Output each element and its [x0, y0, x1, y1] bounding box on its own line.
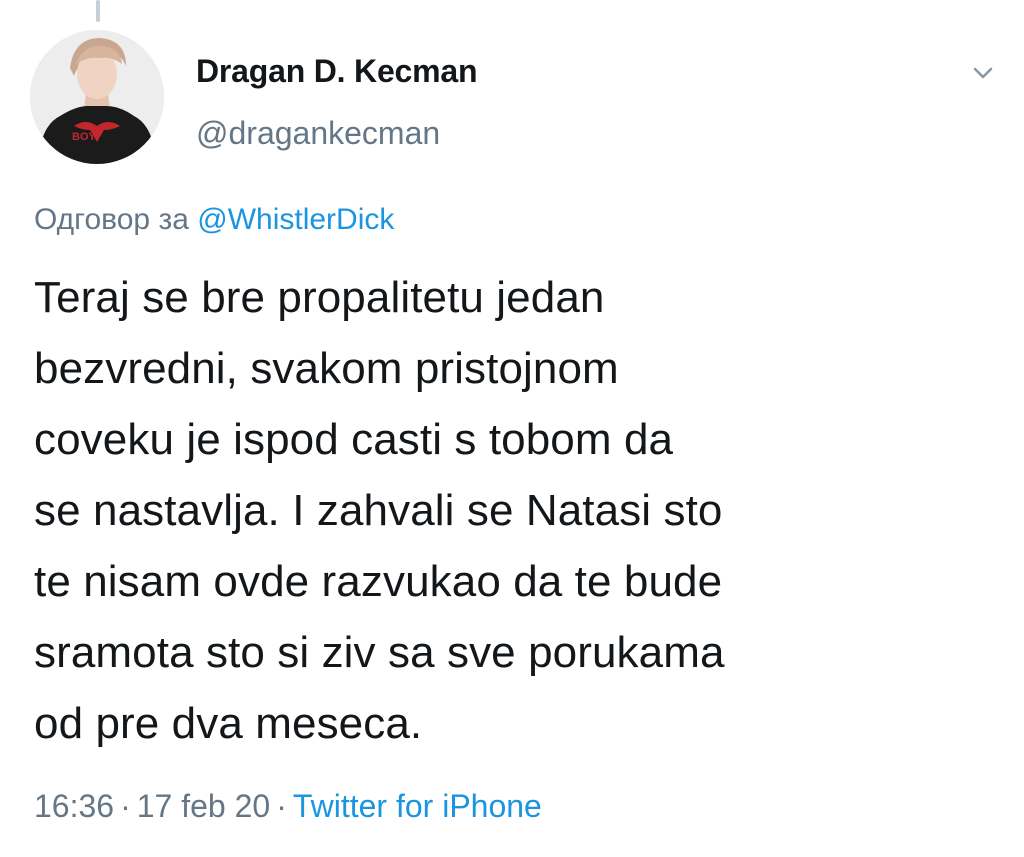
tweet-menu-button[interactable]	[966, 62, 1000, 86]
author-display-name[interactable]: Dragan D. Kecman	[196, 52, 478, 90]
tweet-date[interactable]: 17 feb 20	[137, 788, 270, 824]
avatar-image: BOY	[30, 30, 164, 164]
tweet-text-line: te nisam ovde razvukao da te bude	[34, 557, 723, 606]
tweet-text-line: Teraj se bre propalitetu jedan	[34, 273, 605, 322]
avatar-shirt-text: BOY	[72, 131, 97, 143]
tweet-source-link[interactable]: Twitter for iPhone	[293, 788, 542, 824]
tweet-card: BOY Dragan D. Kecman @dragankecman Одгов…	[0, 0, 1024, 857]
author-block: Dragan D. Kecman @dragankecman	[196, 52, 478, 152]
tweet-text-line: od pre dva meseca.	[34, 699, 423, 748]
tweet-text-line: se nastavlja. I zahvali se Natasi sto	[34, 486, 723, 535]
reply-target-link[interactable]: @WhistlerDick	[197, 203, 394, 236]
meta-separator: ·	[120, 788, 131, 824]
tweet-text-line: sramota sto si ziv sa sve porukama	[34, 628, 725, 677]
tweet-time[interactable]: 16:36	[34, 788, 114, 824]
avatar[interactable]: BOY	[30, 30, 164, 164]
meta-separator: ·	[276, 788, 287, 824]
chevron-down-icon	[973, 67, 993, 79]
tweet-text: Teraj se bre propalitetu jedan bezvredni…	[34, 262, 954, 759]
thread-connector-line	[96, 0, 100, 22]
tweet-meta: 16:36 · 17 feb 20 · Twitter for iPhone	[34, 784, 542, 828]
tweet-text-line: coveku je ispod casti s tobom da	[34, 415, 674, 464]
reply-prefix: Одговор за	[34, 203, 189, 236]
tweet-text-line: bezvredni, svakom pristojnom	[34, 344, 619, 393]
author-handle[interactable]: @dragankecman	[196, 114, 477, 152]
reply-context: Одговор за @WhistlerDick	[34, 200, 394, 240]
